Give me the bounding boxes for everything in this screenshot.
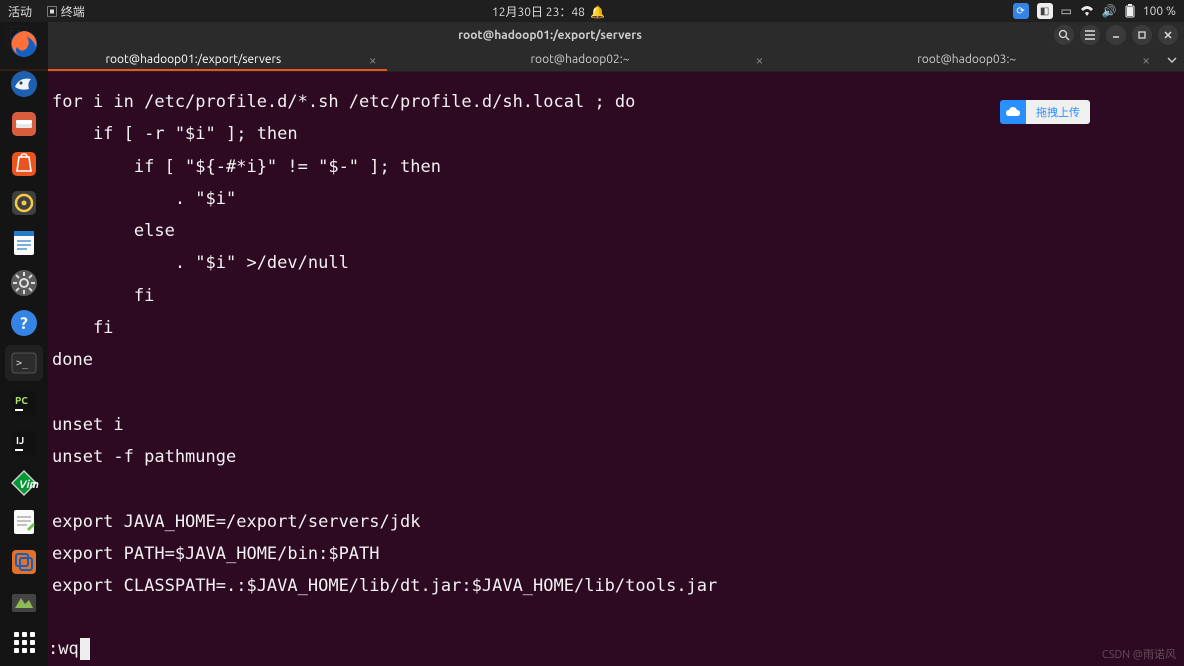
svg-text:?: ? (20, 314, 28, 333)
file-content: for i in /etc/profile.d/*.sh /etc/profil… (52, 86, 1180, 603)
svg-text:>_: >_ (16, 358, 29, 369)
volume-icon[interactable]: 🔊 (1102, 4, 1117, 18)
svg-text:PC: PC (15, 395, 28, 406)
upload-label: 拖拽上传 (1026, 100, 1090, 124)
dock-app-icon[interactable] (5, 584, 43, 620)
battery-percent: 100 % (1143, 5, 1176, 18)
dock-software-icon[interactable] (5, 146, 43, 182)
search-button[interactable] (1054, 25, 1074, 45)
dock-files-icon[interactable] (5, 106, 43, 142)
tab-1[interactable]: root@hadoop01:/export/servers × (0, 48, 387, 71)
show-applications-button[interactable] (5, 624, 43, 660)
maximize-button[interactable] (1132, 25, 1152, 45)
close-tab-icon[interactable]: × (1142, 52, 1150, 68)
text-cursor (80, 638, 90, 660)
window-title: root@hadoop01:/export/servers (46, 29, 1054, 42)
dock-rhythmbox-icon[interactable] (5, 186, 43, 222)
cloud-upload-icon (1000, 100, 1026, 124)
terminal-tab-bar: root@hadoop01:/export/servers × root@had… (0, 48, 1184, 72)
dock-vim-icon[interactable]: Vim (5, 465, 43, 501)
tray-app-2-icon[interactable]: ◧ (1037, 3, 1053, 19)
minimize-button[interactable] (1106, 25, 1126, 45)
terminal-header-bar: root@hadoop01:/export/servers (0, 22, 1184, 48)
tab-2[interactable]: root@hadoop02:~ × (387, 48, 774, 71)
dock-settings-icon[interactable] (5, 265, 43, 301)
svg-text:IJ: IJ (16, 435, 24, 446)
dock-firefox-icon[interactable] (5, 26, 43, 62)
tab-dropdown-button[interactable] (1160, 48, 1184, 71)
dock-pycharm-icon[interactable]: PC (5, 385, 43, 421)
dock-thunderbird-icon[interactable] (5, 66, 43, 102)
battery-icon[interactable] (1125, 4, 1135, 18)
close-tab-icon[interactable]: × (755, 52, 763, 68)
dock-help-icon[interactable]: ? (5, 305, 43, 341)
dock-texteditor-icon[interactable] (5, 505, 43, 541)
close-tab-icon[interactable]: × (369, 52, 377, 68)
activities-button[interactable]: 活动 (8, 3, 32, 20)
dock-intellij-icon[interactable]: IJ (5, 425, 43, 461)
svg-text:Vim: Vim (19, 479, 39, 491)
ubuntu-dock: ? >_ PC IJ Vim (0, 22, 48, 666)
upload-widget[interactable]: 拖拽上传 (1000, 100, 1090, 124)
app-indicator[interactable]: ▣ 终端 (46, 3, 85, 20)
apps-grid-icon (14, 632, 35, 653)
screen-icon[interactable]: ▭ (1061, 4, 1072, 18)
tab-3[interactable]: root@hadoop03:~ × (773, 48, 1160, 71)
clock[interactable]: 12月30日 23：48 🔔 (85, 3, 1013, 20)
dock-vmware-icon[interactable] (5, 544, 43, 580)
watermark: CSDN @雨诺风 (1102, 646, 1176, 662)
close-button[interactable] (1158, 25, 1178, 45)
hamburger-menu-button[interactable] (1080, 25, 1100, 45)
tray-app-1-icon[interactable]: ⟳ (1013, 3, 1029, 19)
dock-terminal-icon[interactable]: >_ (5, 345, 43, 381)
terminal-viewport[interactable]: for i in /etc/profile.d/*.sh /etc/profil… (48, 72, 1184, 666)
vim-command-line[interactable]: :wq (48, 638, 90, 660)
dock-libreoffice-writer-icon[interactable] (5, 225, 43, 261)
gnome-top-bar: 活动 ▣ 终端 12月30日 23：48 🔔 ⟳ ◧ ▭ 🔊 100 % (0, 0, 1184, 22)
wifi-icon[interactable] (1080, 5, 1094, 17)
